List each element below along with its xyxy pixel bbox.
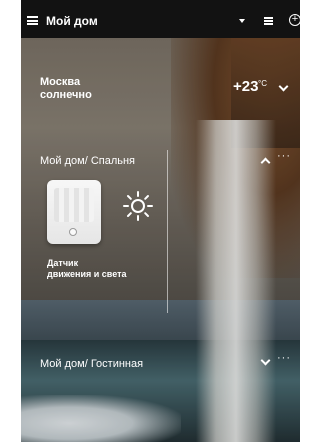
device-label-line2: движения и света bbox=[47, 269, 127, 279]
device-label-line1: Датчик bbox=[47, 258, 79, 268]
weather-temperature: +23 bbox=[233, 78, 259, 95]
room-title-bedroom[interactable]: Мой дом/ Спальня bbox=[40, 155, 135, 167]
add-circle-icon[interactable]: + bbox=[289, 14, 300, 26]
home-title[interactable]: Мой дом bbox=[46, 14, 98, 28]
top-bar: Мой дом + bbox=[21, 0, 300, 38]
weather-condition: солнечно bbox=[40, 89, 92, 101]
app-window: Мой дом + Москва солнечно +23 °C Мой дом… bbox=[21, 0, 300, 442]
more-options-icon[interactable]: ··· bbox=[277, 352, 291, 364]
temperature-unit: °C bbox=[258, 79, 267, 88]
motion-sensor-device[interactable] bbox=[47, 180, 101, 244]
sun-icon bbox=[123, 191, 153, 221]
more-options-icon[interactable]: ··· bbox=[277, 150, 291, 162]
sensor-indicator bbox=[69, 228, 77, 236]
sensor-lens bbox=[54, 188, 94, 222]
list-view-icon[interactable] bbox=[264, 17, 273, 25]
caret-down-icon[interactable] bbox=[239, 19, 245, 23]
weather-city: Москва bbox=[40, 76, 81, 88]
hamburger-menu-icon[interactable] bbox=[27, 16, 38, 25]
room-title-living-room[interactable]: Мой дом/ Гостинная bbox=[40, 358, 143, 370]
vertical-divider bbox=[167, 150, 168, 313]
